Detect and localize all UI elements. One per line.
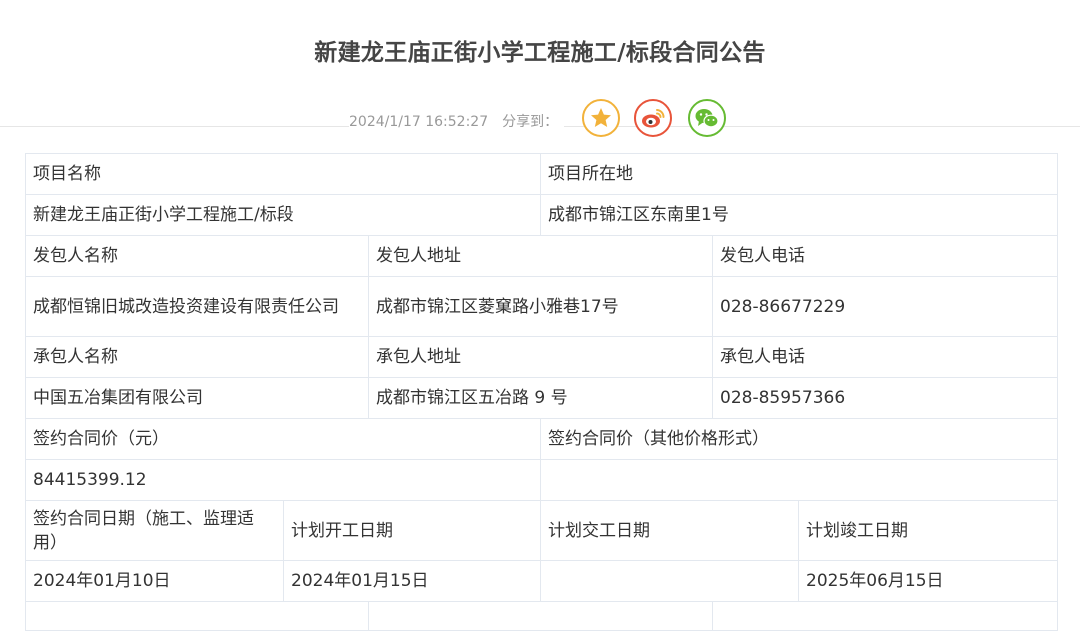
contractor-name-value: 中国五冶集团有限公司 <box>25 377 369 419</box>
contractor-address-value: 成都市锦江区五冶路 9 号 <box>367 377 714 419</box>
contract-info-table: 项目名称 项目所在地 新建龙王庙正街小学工程施工/标段 成都市锦江区东南里1号 … <box>24 153 1059 631</box>
issuer-name-label: 发包人名称 <box>25 235 369 277</box>
sign-date-label: 签约合同日期（施工、监理适用） <box>25 500 284 561</box>
table-row: 2024年01月10日 2024年01月15日 2025年06月15日 <box>25 560 1059 602</box>
table-row: 84415399.12 <box>24 459 1059 501</box>
price-value: 84415399.12 <box>24 459 542 501</box>
project-name-label: 项目名称 <box>24 153 542 195</box>
issuer-address-label: 发包人地址 <box>367 235 714 277</box>
contractor-address-label: 承包人地址 <box>367 336 714 378</box>
planned-delivery-label: 计划交工日期 <box>540 500 800 561</box>
issuer-phone-label: 发包人电话 <box>712 235 1059 277</box>
table-row: 新建龙王庙正街小学工程施工/标段 成都市锦江区东南里1号 <box>24 194 1059 236</box>
share-label: 分享到： <box>502 114 559 130</box>
project-location-value: 成都市锦江区东南里1号 <box>540 194 1059 236</box>
wechat-share-button[interactable] <box>688 99 726 137</box>
table-row: 签约合同价（元） 签约合同价（其他价格形式） <box>24 418 1059 460</box>
project-name-value: 新建龙王庙正街小学工程施工/标段 <box>24 194 542 236</box>
page-title: 新建龙王庙正街小学工程施工/标段合同公告 <box>314 40 766 66</box>
price-label: 签约合同价（元） <box>24 418 542 460</box>
contractor-phone-label: 承包人电话 <box>712 336 1059 378</box>
planned-completion-label: 计划竣工日期 <box>798 500 1059 561</box>
price-other-value <box>540 459 1059 501</box>
contractor-phone-value: 028-85957366 <box>712 377 1059 419</box>
table-row: 发包人名称 发包人地址 发包人电话 <box>25 235 1059 277</box>
planned-completion-value: 2025年06月15日 <box>798 560 1059 602</box>
meta-bar: 2024/1/17 16:52:27 分享到： <box>349 113 565 131</box>
wechat-icon <box>695 109 719 128</box>
sign-date-value: 2024年01月10日 <box>25 560 284 602</box>
price-other-label: 签约合同价（其他价格形式） <box>540 418 1059 460</box>
planned-start-value: 2024年01月15日 <box>282 560 542 602</box>
planned-delivery-value <box>540 560 800 602</box>
table-cell <box>367 601 714 631</box>
weibo-icon <box>642 109 665 128</box>
table-row: 成都恒锦旧城改造投资建设有限责任公司 成都市锦江区菱窠路小雅巷17号 028-8… <box>25 276 1059 337</box>
contractor-name-label: 承包人名称 <box>25 336 369 378</box>
table-row: 签约合同日期（施工、监理适用） 计划开工日期 计划交工日期 计划竣工日期 <box>25 500 1059 561</box>
star-icon <box>591 108 611 127</box>
table-row <box>25 601 1059 631</box>
favorite-button[interactable] <box>582 99 620 137</box>
issuer-address-value: 成都市锦江区菱窠路小雅巷17号 <box>367 276 714 337</box>
table-cell <box>25 601 369 631</box>
table-row: 项目名称 项目所在地 <box>24 153 1059 195</box>
table-row: 中国五冶集团有限公司 成都市锦江区五冶路 9 号 028-85957366 <box>25 377 1059 419</box>
weibo-share-button[interactable] <box>634 99 672 137</box>
planned-start-label: 计划开工日期 <box>282 500 542 561</box>
table-row: 承包人名称 承包人地址 承包人电话 <box>25 336 1059 378</box>
issuer-phone-value: 028-86677229 <box>712 276 1059 337</box>
project-location-label: 项目所在地 <box>540 153 1059 195</box>
issuer-name-value: 成都恒锦旧城改造投资建设有限责任公司 <box>25 276 369 337</box>
table-cell <box>712 601 1059 631</box>
publish-datetime: 2024/1/17 16:52:27 <box>349 114 489 130</box>
